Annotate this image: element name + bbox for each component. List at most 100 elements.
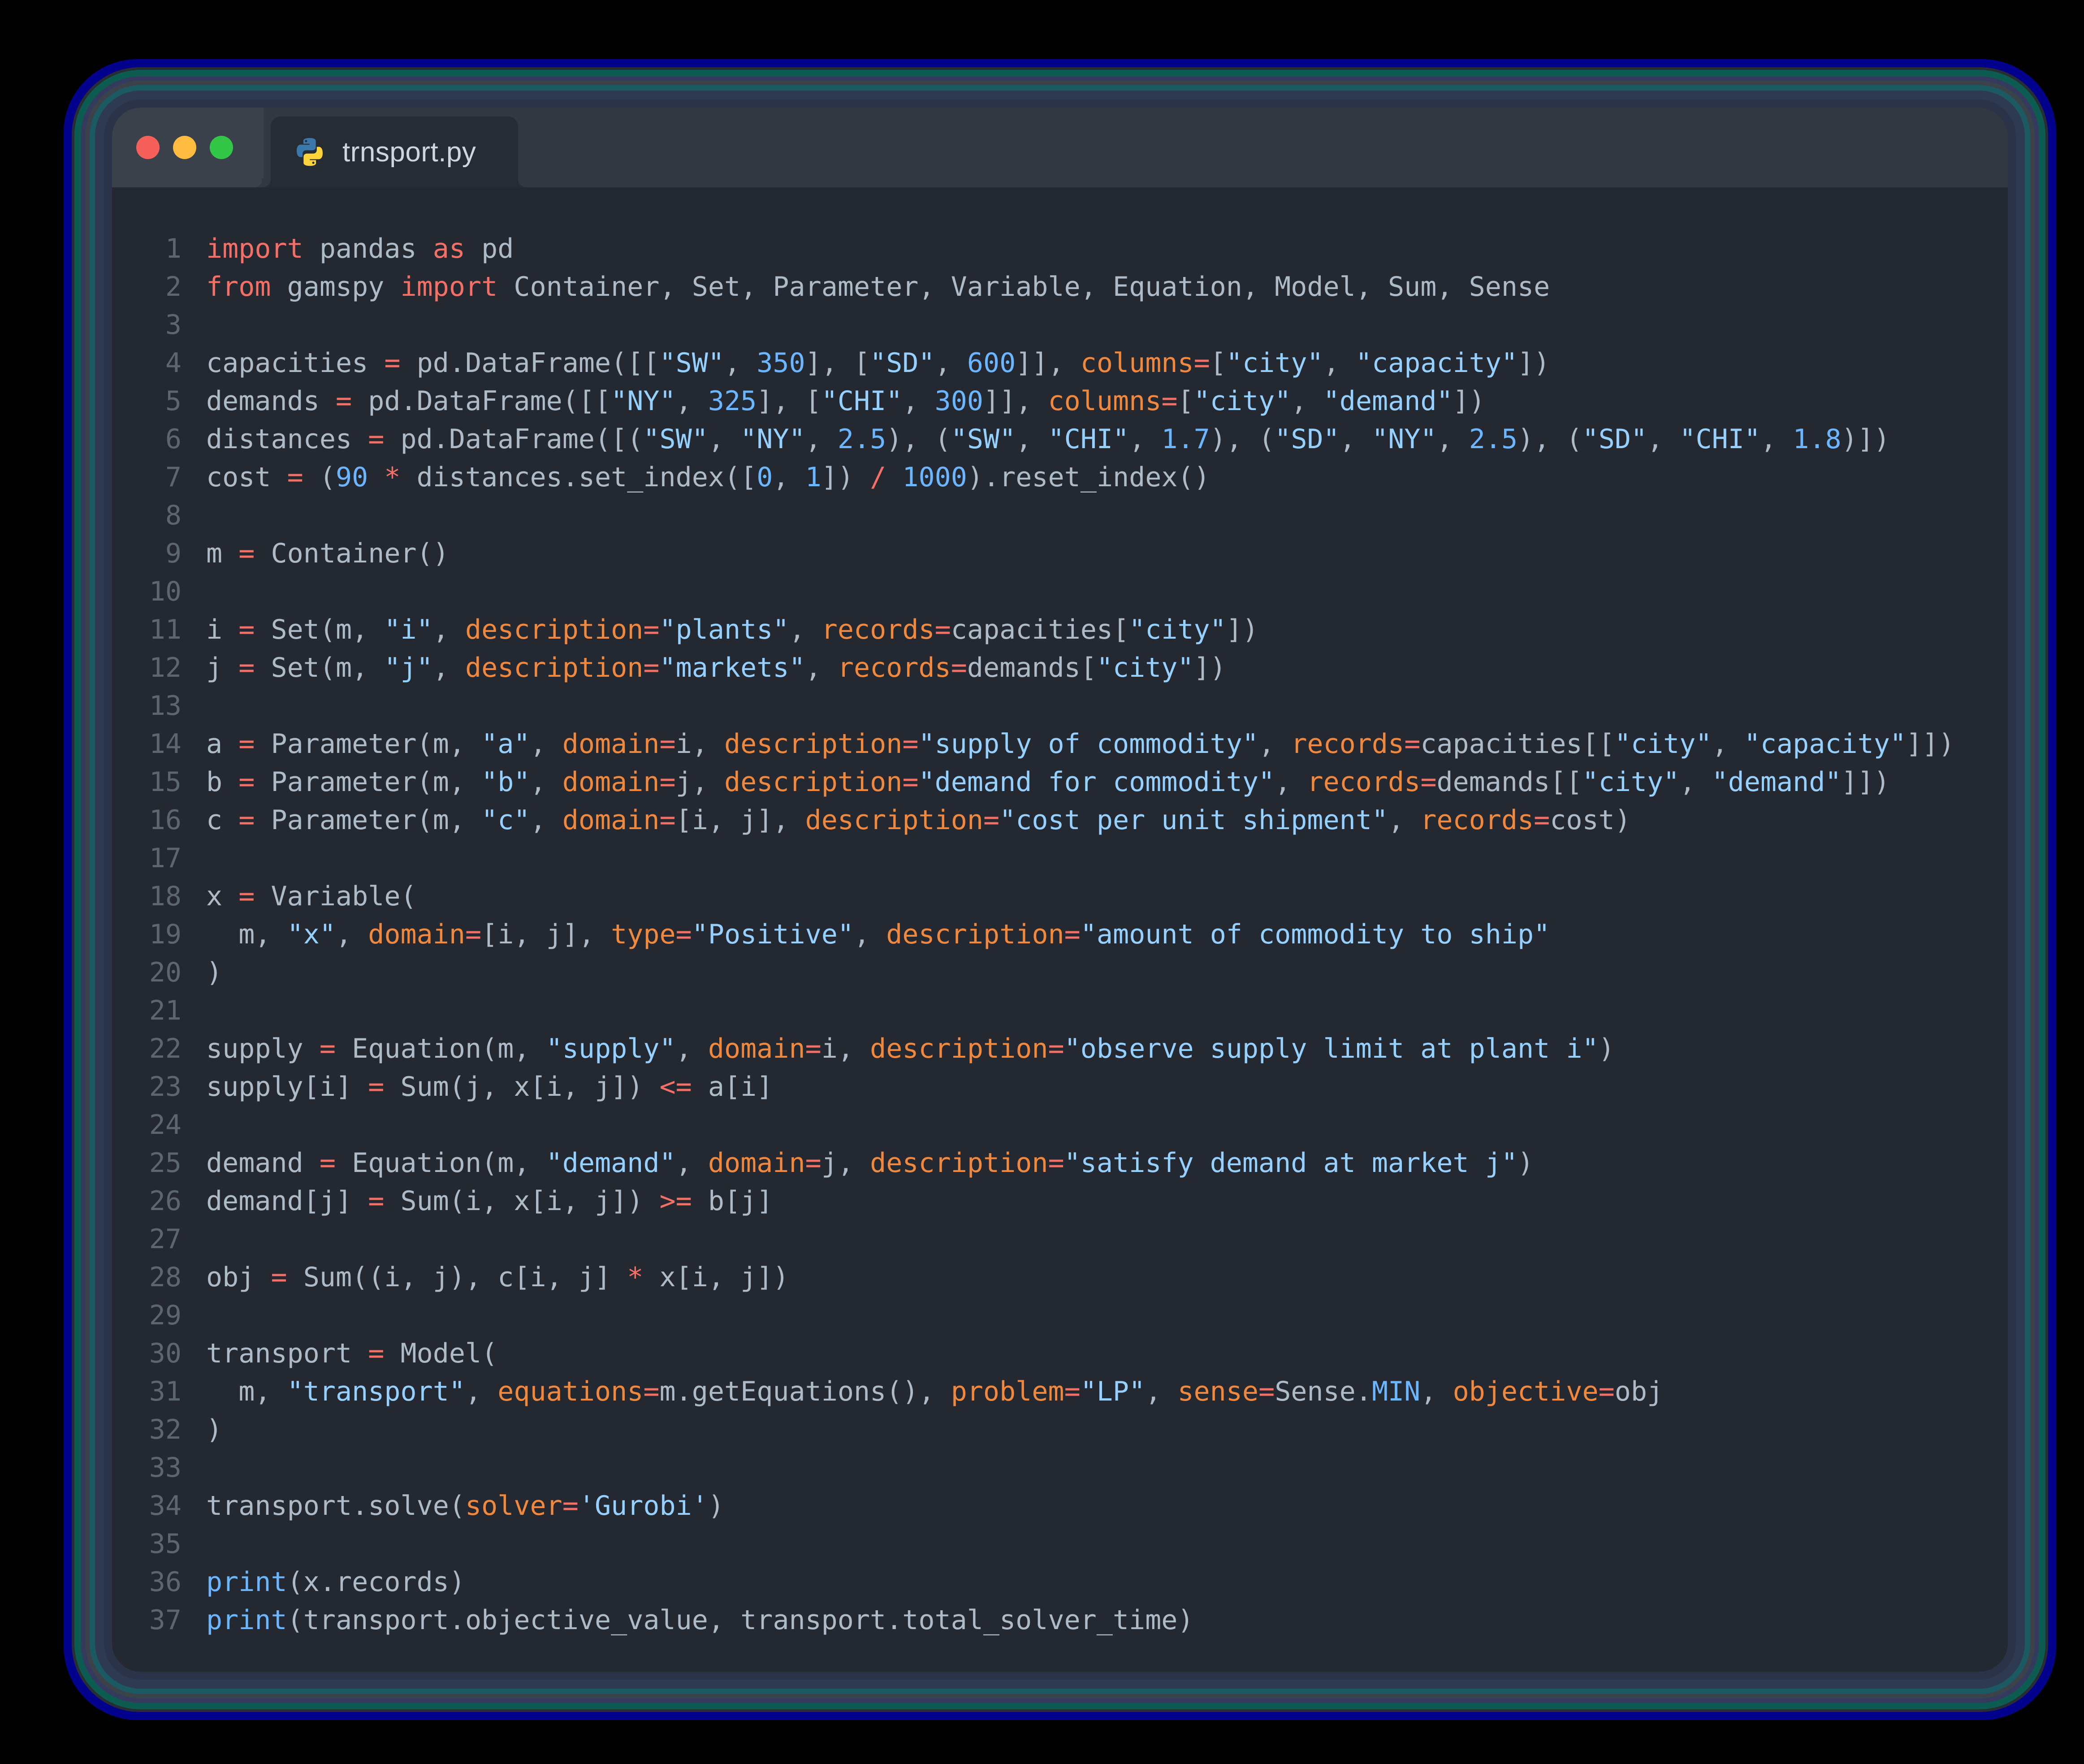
line-number: 8: [112, 497, 182, 535]
line-number: 15: [112, 763, 182, 801]
code-line[interactable]: 32): [112, 1411, 2008, 1449]
line-number: 12: [112, 649, 182, 687]
code-text: c = Parameter(m, "c", domain=[i, j], des…: [206, 801, 1631, 839]
line-number: 13: [112, 687, 182, 725]
code-line[interactable]: 25 demand = Equation(m, "demand", domain=…: [112, 1144, 2008, 1182]
code-text: demand = Equation(m, "demand", domain=j,…: [206, 1144, 1534, 1182]
minimize-button[interactable]: [173, 136, 196, 159]
code-text: i = Set(m, "i", description="plants", re…: [206, 611, 1258, 649]
code-line[interactable]: 23 supply[i] = Sum(j, x[i, j]) <= a[i]: [112, 1068, 2008, 1106]
code-line[interactable]: 1import pandas as pd: [112, 230, 2008, 268]
line-number: 26: [112, 1182, 182, 1220]
window-titlebar: trnsport.py: [112, 108, 2008, 187]
code-text: transport = Model(: [206, 1335, 497, 1373]
code-line[interactable]: 4 capacities = pd.DataFrame([["SW", 350],…: [112, 344, 2008, 382]
line-number: 33: [112, 1449, 182, 1487]
code-line[interactable]: 5demands = pd.DataFrame([["NY", 325], ["…: [112, 382, 2008, 420]
line-number: 27: [112, 1220, 182, 1258]
code-line[interactable]: 10: [112, 573, 2008, 611]
code-editor[interactable]: 1import pandas as pd2from gamspy import …: [112, 187, 2008, 1671]
line-number: 16: [112, 801, 182, 839]
line-number: 7: [112, 458, 182, 497]
code-line[interactable]: 18x = Variable(: [112, 878, 2008, 916]
code-line[interactable]: 20): [112, 954, 2008, 992]
code-line[interactable]: 3: [112, 306, 2008, 344]
code-line[interactable]: 22 supply = Equation(m, "supply", domain=…: [112, 1030, 2008, 1068]
code-text: supply[i] = Sum(j, x[i, j]) <= a[i]: [206, 1068, 773, 1106]
line-number: 34: [112, 1487, 182, 1525]
code-text: obj = Sum((i, j), c[i, j] * x[i, j]): [206, 1258, 789, 1297]
code-text: demand[j] = Sum(i, x[i, j]) >= b[j]: [206, 1182, 773, 1220]
line-number: 32: [112, 1411, 182, 1449]
code-line[interactable]: 28 obj = Sum((i, j), c[i, j] * x[i, j]): [112, 1258, 2008, 1297]
code-text: m = Container(): [206, 535, 449, 573]
line-number: 28: [112, 1258, 182, 1297]
line-number: 21: [112, 992, 182, 1030]
code-line[interactable]: 24: [112, 1106, 2008, 1144]
line-number: 1: [112, 230, 182, 268]
line-number: 14: [112, 725, 182, 763]
line-number: 24: [112, 1106, 182, 1144]
code-text: ): [206, 1411, 222, 1449]
code-text: a = Parameter(m, "a", domain=i, descript…: [206, 725, 1954, 763]
line-number: 23: [112, 1068, 182, 1106]
code-line[interactable]: 35: [112, 1525, 2008, 1563]
line-number: 35: [112, 1525, 182, 1563]
code-text: x = Variable(: [206, 878, 417, 916]
code-text: distances = pd.DataFrame([("SW", "NY", 2…: [206, 420, 1890, 458]
tab-title: trnsport.py: [342, 136, 476, 168]
line-number: 29: [112, 1297, 182, 1335]
code-line[interactable]: 37print(transport.objective_value, trans…: [112, 1601, 2008, 1639]
code-text: m, "x", domain=[i, j], type="Positive", …: [206, 916, 1550, 954]
code-text: m, "transport", equations=m.getEquations…: [206, 1373, 1663, 1411]
python-icon: [294, 136, 325, 168]
code-line[interactable]: 21: [112, 992, 2008, 1030]
code-text: supply = Equation(m, "supply", domain=i,…: [206, 1030, 1615, 1068]
line-number: 6: [112, 420, 182, 458]
code-text: demands = pd.DataFrame([["NY", 325], ["C…: [206, 382, 1485, 420]
code-line[interactable]: 9 m = Container(): [112, 535, 2008, 573]
code-line[interactable]: 2from gamspy import Container, Set, Para…: [112, 268, 2008, 306]
code-line[interactable]: 11 i = Set(m, "i", description="plants", …: [112, 611, 2008, 649]
code-line[interactable]: 15b = Parameter(m, "b", domain=j, descri…: [112, 763, 2008, 801]
code-line[interactable]: 34transport.solve(solver='Gurobi'): [112, 1487, 2008, 1525]
code-editor-window: trnsport.py 1import pandas as pd2from ga…: [112, 108, 2008, 1672]
tab-trnsport-py[interactable]: trnsport.py: [271, 117, 518, 187]
code-text: ): [206, 954, 222, 992]
line-number: 11: [112, 611, 182, 649]
code-line[interactable]: 30 transport = Model(: [112, 1335, 2008, 1373]
code-text: capacities = pd.DataFrame([["SW", 350], …: [206, 344, 1550, 382]
line-number: 17: [112, 839, 182, 878]
code-text: cost = (90 * distances.set_index([0, 1])…: [206, 458, 1210, 497]
code-text: print(x.records): [206, 1563, 465, 1601]
code-line[interactable]: 31 m, "transport", equations=m.getEquati…: [112, 1373, 2008, 1411]
maximize-button[interactable]: [210, 136, 233, 159]
code-line[interactable]: 29: [112, 1297, 2008, 1335]
code-line[interactable]: 6 distances = pd.DataFrame([("SW", "NY", …: [112, 420, 2008, 458]
close-button[interactable]: [136, 136, 160, 159]
line-number: 30: [112, 1335, 182, 1373]
traffic-light-panel: [112, 108, 264, 187]
code-line[interactable]: 33: [112, 1449, 2008, 1487]
code-line[interactable]: 12 j = Set(m, "j", description="markets",…: [112, 649, 2008, 687]
code-line[interactable]: 8: [112, 497, 2008, 535]
line-number: 3: [112, 306, 182, 344]
code-line[interactable]: 27: [112, 1220, 2008, 1258]
line-number: 4: [112, 344, 182, 382]
line-number: 9: [112, 535, 182, 573]
code-line[interactable]: 16 c = Parameter(m, "c", domain=[i, j], d…: [112, 801, 2008, 839]
line-number: 25: [112, 1144, 182, 1182]
code-line[interactable]: 14 a = Parameter(m, "a", domain=i, descri…: [112, 725, 2008, 763]
line-number: 22: [112, 1030, 182, 1068]
line-number: 20: [112, 954, 182, 992]
code-line[interactable]: 19 m, "x", domain=[i, j], type="Positive…: [112, 916, 2008, 954]
code-line[interactable]: 13: [112, 687, 2008, 725]
line-number: 2: [112, 268, 182, 306]
code-line[interactable]: 17: [112, 839, 2008, 878]
code-line[interactable]: 26 demand[j] = Sum(i, x[i, j]) >= b[j]: [112, 1182, 2008, 1220]
code-line[interactable]: 7 cost = (90 * distances.set_index([0, 1]…: [112, 458, 2008, 497]
line-number: 10: [112, 573, 182, 611]
code-line[interactable]: 36print(x.records): [112, 1563, 2008, 1601]
line-number: 37: [112, 1601, 182, 1639]
code-text: j = Set(m, "j", description="markets", r…: [206, 649, 1226, 687]
